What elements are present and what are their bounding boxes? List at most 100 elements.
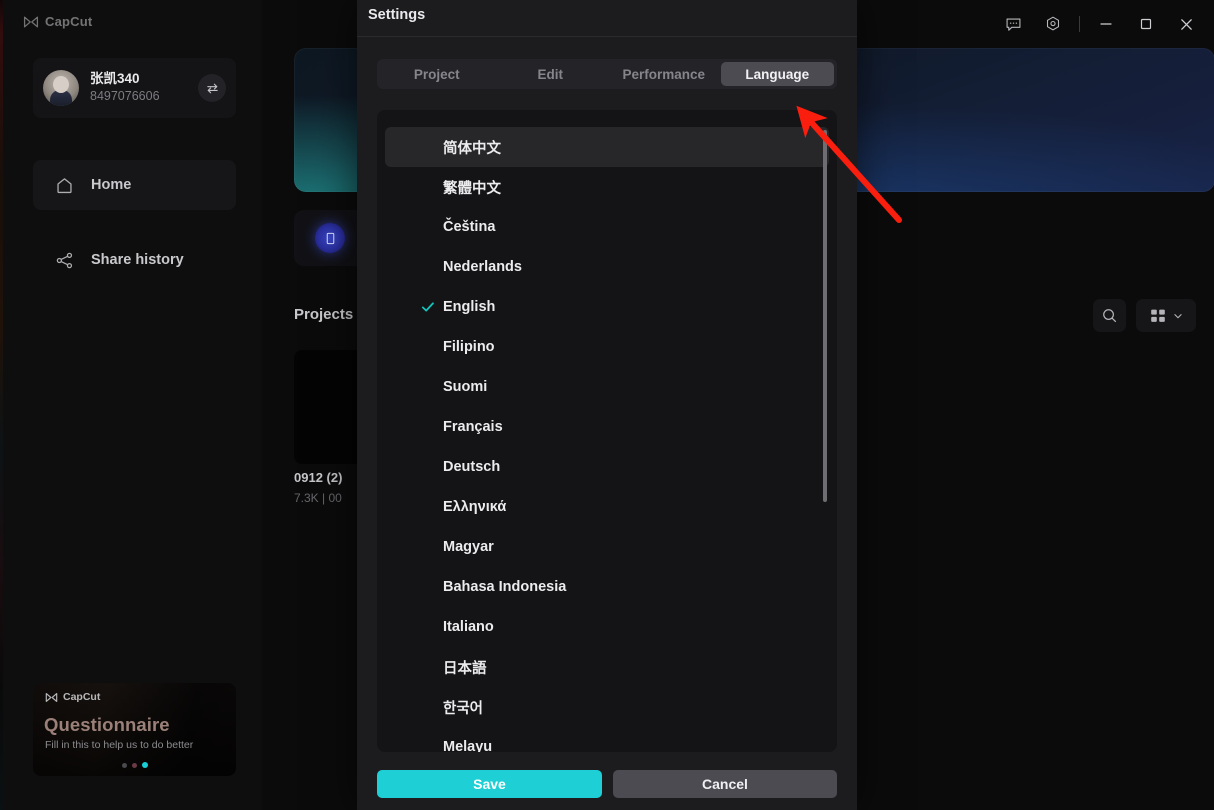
language-option-label: English — [443, 299, 496, 315]
grid-view-icon — [1150, 309, 1165, 322]
carousel-dot[interactable] — [131, 762, 137, 768]
language-option[interactable]: Filipino — [385, 327, 829, 367]
project-title: 0912 (2) — [294, 470, 343, 485]
promo-brand-label: CapCut — [63, 691, 101, 703]
sidebar-item-home[interactable]: Home — [33, 160, 236, 210]
language-option-label: Nederlands — [443, 259, 522, 275]
promo-title: Questionnaire — [44, 714, 170, 735]
feedback-button[interactable] — [993, 8, 1033, 40]
language-list-panel: 简体中文繁體中文 Čeština Nederlands English Filipino… — [377, 110, 837, 752]
language-option-label: Ελληνικά — [443, 499, 507, 515]
home-icon — [57, 177, 72, 193]
switch-account-button[interactable] — [198, 74, 226, 102]
language-option[interactable]: Magyar — [385, 527, 829, 567]
tile-glow — [315, 223, 345, 253]
app-window: CapCut 张凯340 8497076606 Home Share histo… — [0, 0, 1214, 810]
profile-card[interactable]: 张凯340 8497076606 — [33, 58, 236, 118]
language-option-label: Melayu — [443, 739, 493, 752]
sidebar-brand: CapCut — [23, 14, 92, 29]
tab-language[interactable]: Language — [720, 62, 834, 86]
language-option-label: Filipino — [443, 339, 495, 355]
sidebar-brand-label: CapCut — [45, 14, 93, 29]
maximize-button[interactable] — [1126, 8, 1166, 40]
language-option-label: 繁體中文 — [443, 180, 501, 197]
titlebar-controls — [993, 8, 1206, 40]
promo-brand: CapCut — [45, 691, 100, 703]
tab-label: Edit — [537, 66, 564, 82]
search-button[interactable] — [1093, 299, 1126, 332]
language-option-label: 日本語 — [443, 660, 487, 677]
promo-card-questionnaire[interactable]: CapCut Questionnaire Fill in this to hel… — [33, 683, 236, 776]
capcut-logo-icon — [23, 16, 39, 27]
search-icon — [1103, 309, 1117, 323]
language-option-label: Bahasa Indonesia — [443, 579, 567, 595]
language-option[interactable]: Italiano — [385, 607, 829, 647]
minimize-icon — [1100, 23, 1112, 25]
language-option-label: Čeština — [443, 219, 496, 235]
language-option[interactable]: Melayu — [385, 727, 829, 752]
share-icon — [56, 252, 73, 268]
avatar — [43, 70, 79, 106]
projects-heading: Projects — [294, 306, 354, 323]
check-icon — [421, 302, 434, 312]
language-option-label: Magyar — [443, 539, 494, 555]
profile-id: 8497076606 — [90, 89, 160, 104]
language-option[interactable]: Ελληνικά — [385, 487, 829, 527]
profile-meta: 张凯340 8497076606 — [90, 71, 160, 105]
save-button[interactable]: Save — [377, 770, 602, 798]
close-icon — [1180, 18, 1192, 30]
promo-carousel-dots[interactable] — [121, 762, 148, 768]
language-option[interactable]: English — [385, 287, 829, 327]
close-button[interactable] — [1166, 8, 1206, 40]
carousel-dot[interactable] — [121, 762, 127, 768]
language-option[interactable]: Français — [385, 407, 829, 447]
tab-performance[interactable]: Performance — [607, 62, 721, 86]
language-option[interactable]: Deutsch — [385, 447, 829, 487]
feedback-icon — [1006, 17, 1020, 31]
language-option-label: 한국어 — [443, 700, 484, 717]
minimize-button[interactable] — [1086, 8, 1126, 40]
language-option[interactable]: Čeština — [385, 207, 829, 247]
tab-project[interactable]: Project — [380, 62, 494, 86]
tab-edit[interactable]: Edit — [494, 62, 608, 86]
tab-label: Performance — [622, 66, 706, 82]
sidebar-item-share-history-label: Share history — [91, 252, 184, 268]
tab-label: Language — [745, 66, 810, 82]
dialog-divider — [357, 36, 857, 37]
language-option[interactable]: 简体中文 — [385, 127, 829, 167]
dialog-footer: Save Cancel — [377, 770, 837, 798]
language-option[interactable]: Nederlands — [385, 247, 829, 287]
language-list[interactable]: 简体中文繁體中文 Čeština Nederlands English Filipino… — [377, 110, 837, 752]
profile-name: 张凯340 — [90, 71, 140, 87]
project-meta: 7.3K | 00 — [294, 491, 342, 505]
carousel-dot-active[interactable] — [141, 762, 148, 768]
cancel-button[interactable]: Cancel — [613, 770, 837, 798]
language-option[interactable]: Bahasa Indonesia — [385, 567, 829, 607]
capcut-logo-icon — [45, 692, 58, 702]
language-option[interactable]: 繁體中文 — [385, 167, 829, 207]
language-option[interactable]: 한국어 — [385, 687, 829, 727]
view-mode-button[interactable] — [1136, 299, 1196, 332]
promo-subtitle: Fill in this to help us to do better — [45, 739, 194, 751]
dialog-title: Settings — [368, 7, 426, 23]
language-option-label: Italiano — [443, 619, 494, 635]
tab-label: Project — [413, 66, 460, 82]
chevron-down-icon — [1173, 313, 1182, 318]
language-option[interactable]: Suomi — [385, 367, 829, 407]
sidebar-item-home-label: Home — [91, 177, 132, 193]
sidebar-item-share-history[interactable]: Share history — [33, 235, 236, 285]
scrollbar-thumb[interactable] — [823, 130, 827, 502]
maximize-icon — [1140, 18, 1152, 30]
scrollbar-track[interactable] — [823, 116, 832, 746]
language-option[interactable]: 日本語 — [385, 647, 829, 687]
settings-button[interactable] — [1033, 8, 1073, 40]
settings-gear-icon — [1046, 16, 1060, 31]
titlebar-separator — [1079, 16, 1080, 32]
language-option-label: Deutsch — [443, 459, 501, 475]
switch-arrows-icon — [206, 83, 218, 93]
sidebar: CapCut 张凯340 8497076606 Home Share histo… — [3, 0, 262, 810]
settings-dialog: Settings Project Edit Performance Language … — [357, 0, 857, 810]
create-project-tile[interactable] — [294, 210, 366, 266]
language-option-label: Suomi — [443, 379, 488, 395]
settings-tabbar: Project Edit Performance Language — [377, 59, 837, 89]
